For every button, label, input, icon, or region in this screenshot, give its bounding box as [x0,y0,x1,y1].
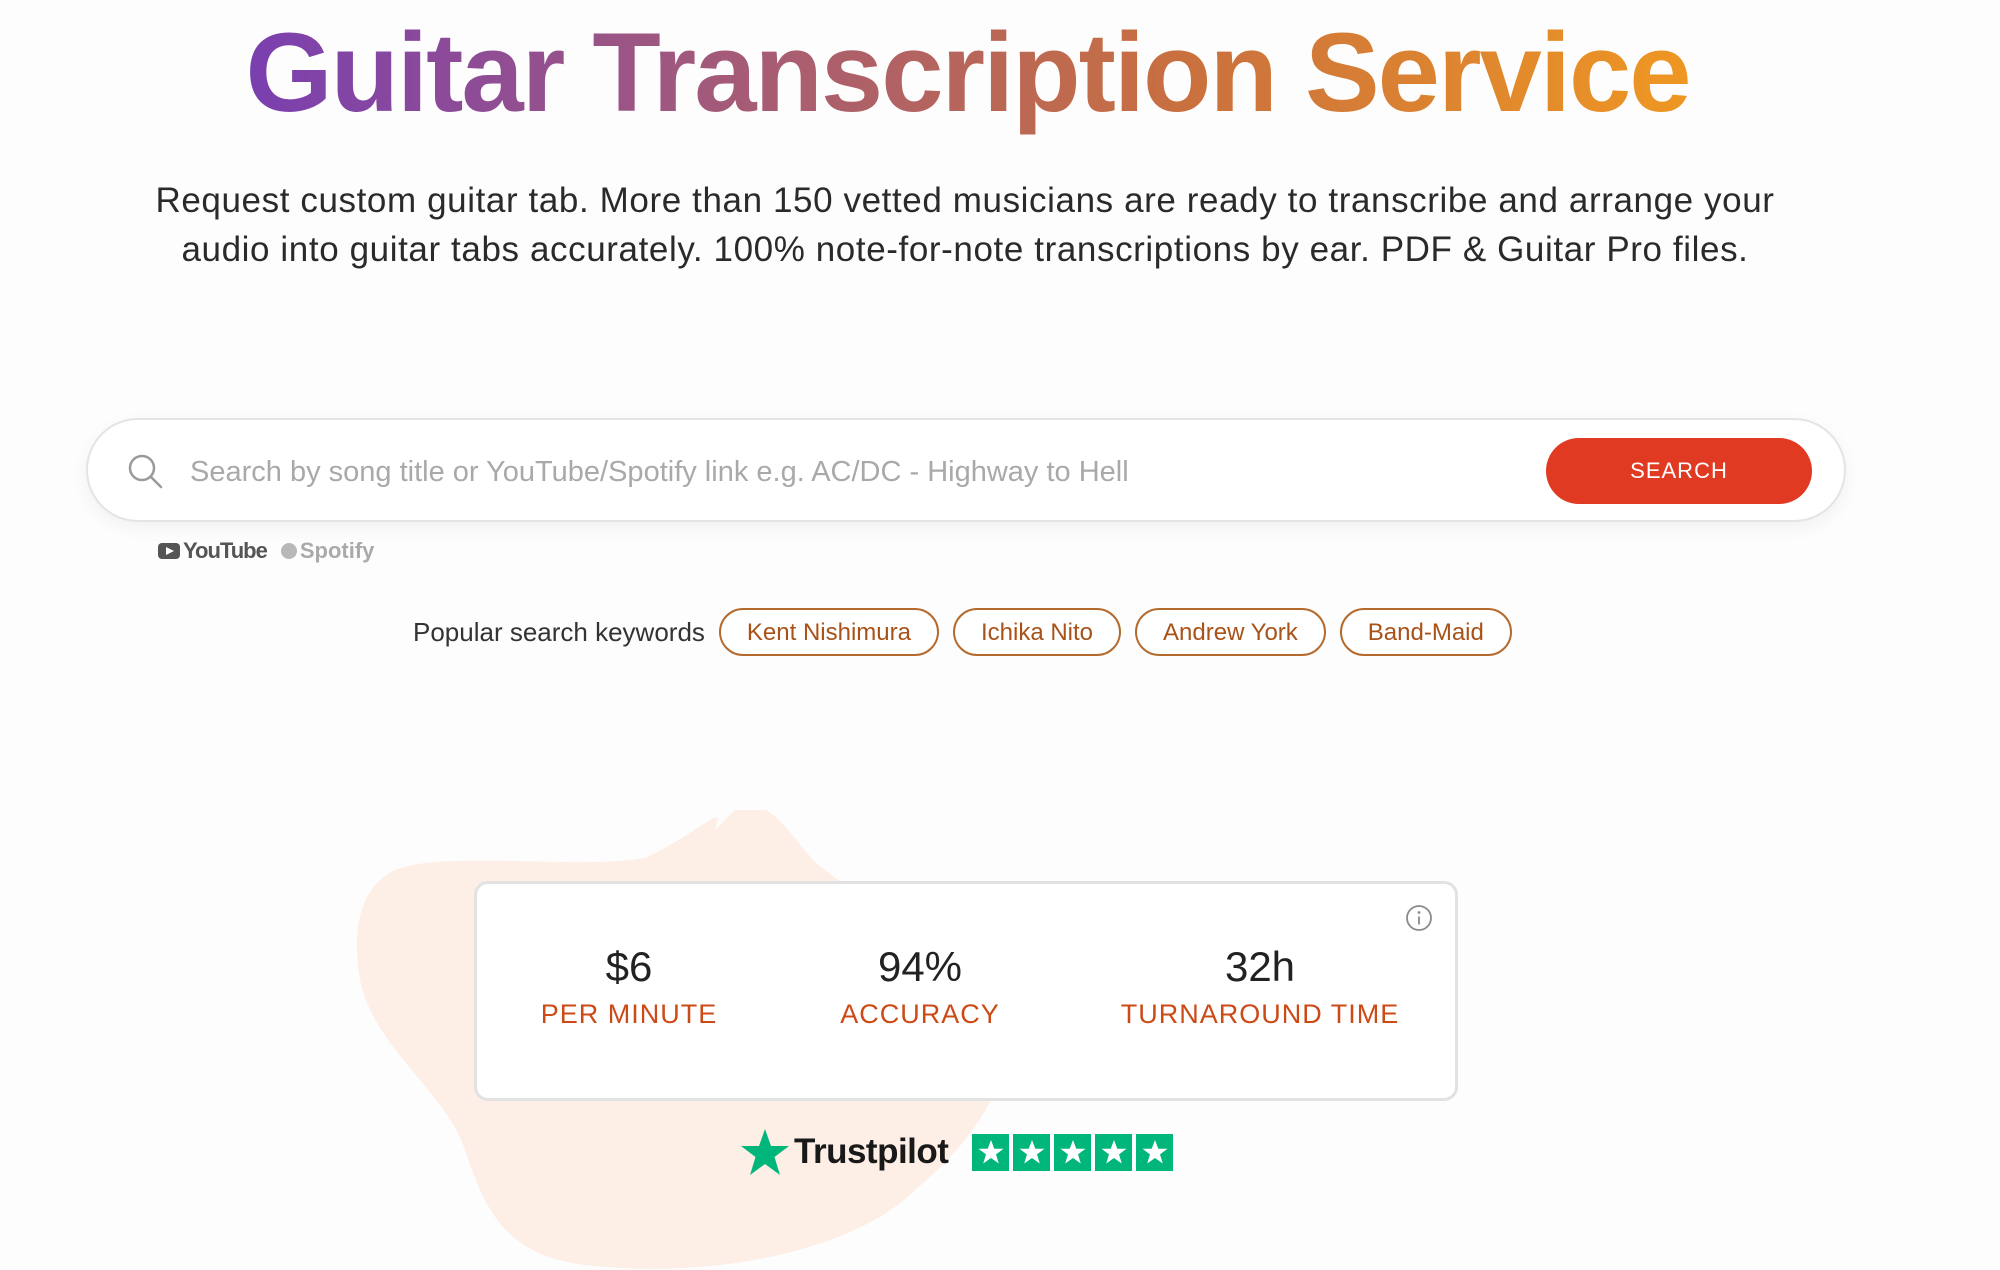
star-icon [1095,1133,1133,1171]
trustpilot-rating [972,1133,1174,1171]
popular-keywords-label: Popular search keywords [413,616,705,647]
search-icon[interactable] [126,452,164,490]
stat-accuracy-value: 94% [877,943,963,990]
trustpilot-star-icon [741,1129,789,1175]
spotify-logo: Spotify [280,538,375,564]
keyword-chip-ichika-nito[interactable]: Ichika Nito [952,608,1122,656]
popular-keywords: Popular search keywords Kent Nishimura I… [413,608,1512,656]
star-icon [972,1133,1010,1171]
spotify-logo-text: Spotify [299,538,375,563]
stats-card: $6 PER MINUTE 94% ACCURACY 32h TURNAROUN… [474,881,1458,1101]
page-subtitle: Request custom guitar tab. More than 150… [155,181,1775,269]
keyword-chip-band-maid[interactable]: Band-Maid [1339,608,1512,656]
star-icon [1054,1133,1092,1171]
stat-price-value: $6 [605,943,653,990]
stat-accuracy-label: ACCURACY [840,999,1000,1029]
star-icon [1136,1133,1174,1171]
info-icon[interactable] [1405,904,1433,932]
stat-accuracy: 94% ACCURACY [840,942,1000,1036]
trustpilot-logo: Trustpilot [740,1128,949,1176]
trustpilot-name: Trustpilot [794,1132,949,1171]
stat-turnaround: 32h TURNAROUND TIME [1121,942,1400,1036]
stat-price: $6 PER MINUTE [541,942,718,1036]
page-title: Guitar Transcription Service [0,8,1935,138]
supported-sources: YouTube Spotify [158,538,374,564]
star-icon [1013,1133,1051,1171]
youtube-logo-text: YouTube [183,538,268,563]
stat-turnaround-value: 32h [1224,943,1296,990]
page-title-text: Guitar Transcription Service [245,10,1691,135]
spotify-logo-icon [280,543,297,559]
youtube-logo: YouTube [158,538,268,564]
search-bar: SEARCH [86,418,1846,522]
stat-price-label: PER MINUTE [540,999,718,1029]
search-input[interactable] [188,440,1612,504]
youtube-logo-icon [158,543,180,559]
keyword-chip-kent-nishimura[interactable]: Kent Nishimura [718,608,939,656]
search-button[interactable]: SEARCH [1546,438,1812,504]
trustpilot-badge[interactable]: Trustpilot [740,1128,1174,1176]
stat-turnaround-label: TURNAROUND TIME [1120,999,1400,1029]
keyword-chip-andrew-york[interactable]: Andrew York [1135,608,1326,656]
